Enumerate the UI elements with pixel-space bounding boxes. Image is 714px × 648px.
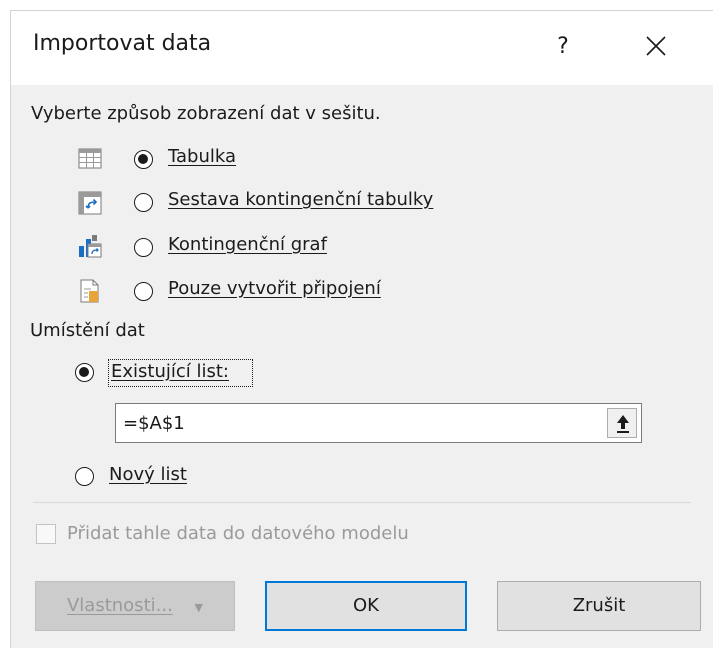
title-bar: Importovat data ?: [11, 11, 713, 85]
close-button[interactable]: [627, 27, 687, 67]
properties-label: Vlastnosti...: [66, 595, 173, 616]
view-heading: Vyberte způsob zobrazení dat v sešitu.: [31, 103, 381, 124]
pivot-table-icon: [78, 191, 102, 215]
existing-sheet-label[interactable]: Existující list:: [111, 361, 229, 382]
radio-pivot-chart[interactable]: [134, 238, 153, 257]
option-pivot-chart-label[interactable]: Kontingenční graf: [168, 234, 327, 255]
new-sheet-label[interactable]: Nový list: [109, 464, 187, 485]
collapse-dialog-button[interactable]: [607, 408, 637, 438]
dropdown-arrow-icon: ▼: [194, 601, 203, 614]
radio-existing-sheet[interactable]: [75, 363, 94, 382]
ok-button[interactable]: OK: [265, 581, 467, 631]
import-data-dialog: Importovat data ? Vyberte způsob zobraze…: [10, 10, 713, 648]
option-connection-only-label[interactable]: Pouze vytvořit připojení: [168, 278, 381, 299]
pivot-chart-icon: [79, 235, 102, 258]
collapse-dialog-icon: [617, 415, 629, 433]
data-model-checkbox[interactable]: [36, 524, 56, 544]
reference-value[interactable]: =$A$1: [123, 413, 185, 434]
close-icon: [646, 36, 666, 56]
radio-table[interactable]: [134, 150, 153, 169]
reference-input[interactable]: =$A$1: [115, 403, 642, 443]
connection-only-icon: [80, 279, 99, 303]
option-table-label[interactable]: Tabulka: [168, 146, 236, 167]
cancel-button[interactable]: Zrušit: [497, 581, 701, 631]
table-icon: [78, 148, 102, 169]
separator: [33, 502, 691, 503]
radio-pivot-table[interactable]: [134, 193, 153, 212]
help-button[interactable]: ?: [538, 27, 588, 67]
radio-new-sheet[interactable]: [75, 467, 94, 486]
option-pivot-table-label[interactable]: Sestava kontingenční tabulky: [168, 189, 433, 210]
properties-button[interactable]: Vlastnosti... ▼: [35, 581, 235, 631]
radio-connection-only[interactable]: [134, 282, 153, 301]
data-model-label: Přidat tahle data do datového modelu: [67, 523, 409, 544]
location-heading: Umístění dat: [30, 320, 145, 341]
dialog-title: Importovat data: [33, 31, 212, 56]
